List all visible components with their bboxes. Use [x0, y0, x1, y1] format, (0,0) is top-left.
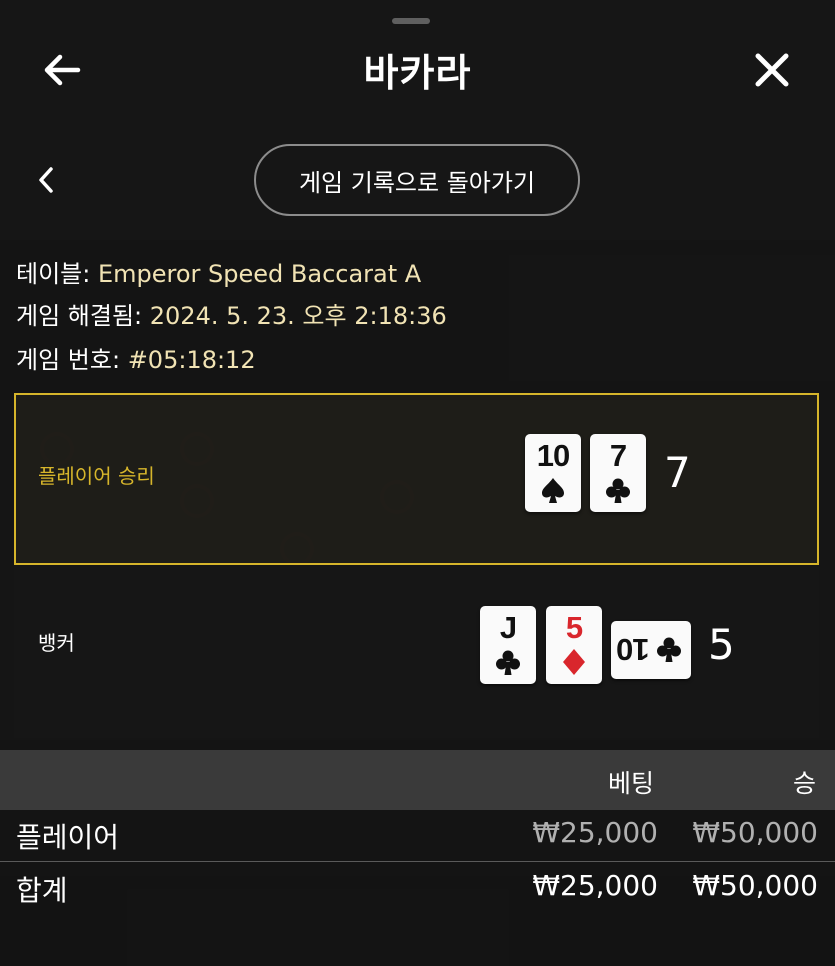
bet-row-win: ₩50,000 — [692, 816, 818, 849]
chevron-left-icon[interactable] — [34, 162, 58, 198]
total-row-win: ₩50,000 — [692, 869, 818, 902]
page-title: 바카라 — [363, 51, 472, 95]
banker-card-2: 5 — [546, 606, 602, 684]
win-column-header: 승 — [793, 769, 817, 798]
table-label: 테이블: — [16, 260, 91, 288]
bet-row-name: 플레이어 — [16, 821, 120, 854]
sheet-grabber[interactable] — [392, 18, 430, 24]
resolved-label: 게임 해결됨: — [16, 302, 143, 330]
club-icon — [606, 478, 630, 503]
table-info: 테이블: Emperor Speed Baccarat A — [16, 254, 421, 289]
player-card-2: 7 — [590, 434, 646, 512]
card-rank: 7 — [609, 438, 627, 473]
club-icon — [496, 650, 520, 675]
player-result-label: 플레이어 승리 — [38, 464, 155, 488]
player-total: 7 — [664, 448, 691, 497]
card-rank: J — [499, 610, 517, 645]
club-icon — [657, 637, 681, 662]
banker-result-row — [14, 566, 819, 738]
table-value: Emperor Speed Baccarat A — [97, 260, 422, 288]
game-detail-sheet: 바카라 게임 기록으로 돌아가기 테이블: Emperor Speed Bacc… — [0, 0, 835, 966]
game-number-info: 게임 번호: #05:18:12 — [16, 340, 256, 375]
total-row-bet: ₩25,000 — [532, 869, 658, 902]
banker-card-3-rotated: 10 — [611, 621, 691, 679]
total-divider — [0, 861, 835, 862]
back-to-history-button[interactable]: 게임 기록으로 돌아가기 — [254, 144, 580, 216]
spade-icon — [542, 478, 564, 503]
resolved-info: 게임 해결됨: 2024. 5. 23. 오후 2:18:36 — [16, 296, 447, 331]
card-rank: 5 — [565, 610, 583, 645]
player-card-1: 10 — [525, 434, 581, 512]
diamond-icon — [563, 649, 585, 675]
banker-result-label: 뱅커 — [38, 631, 75, 655]
bet-row-bet: ₩25,000 — [532, 816, 658, 849]
card-rank: 10 — [536, 438, 570, 473]
banker-card-1: J — [480, 606, 536, 684]
close-icon[interactable] — [748, 46, 796, 94]
banker-total: 5 — [708, 620, 735, 669]
bets-table-header — [0, 750, 835, 810]
bet-column-header: 베팅 — [608, 769, 655, 798]
total-row-name: 합계 — [16, 874, 68, 907]
card-rank: 10 — [617, 632, 650, 667]
game-number-label: 게임 번호: — [16, 346, 121, 374]
resolved-value: 2024. 5. 23. 오후 2:18:36 — [149, 302, 447, 330]
game-number-value: #05:18:12 — [127, 346, 256, 374]
